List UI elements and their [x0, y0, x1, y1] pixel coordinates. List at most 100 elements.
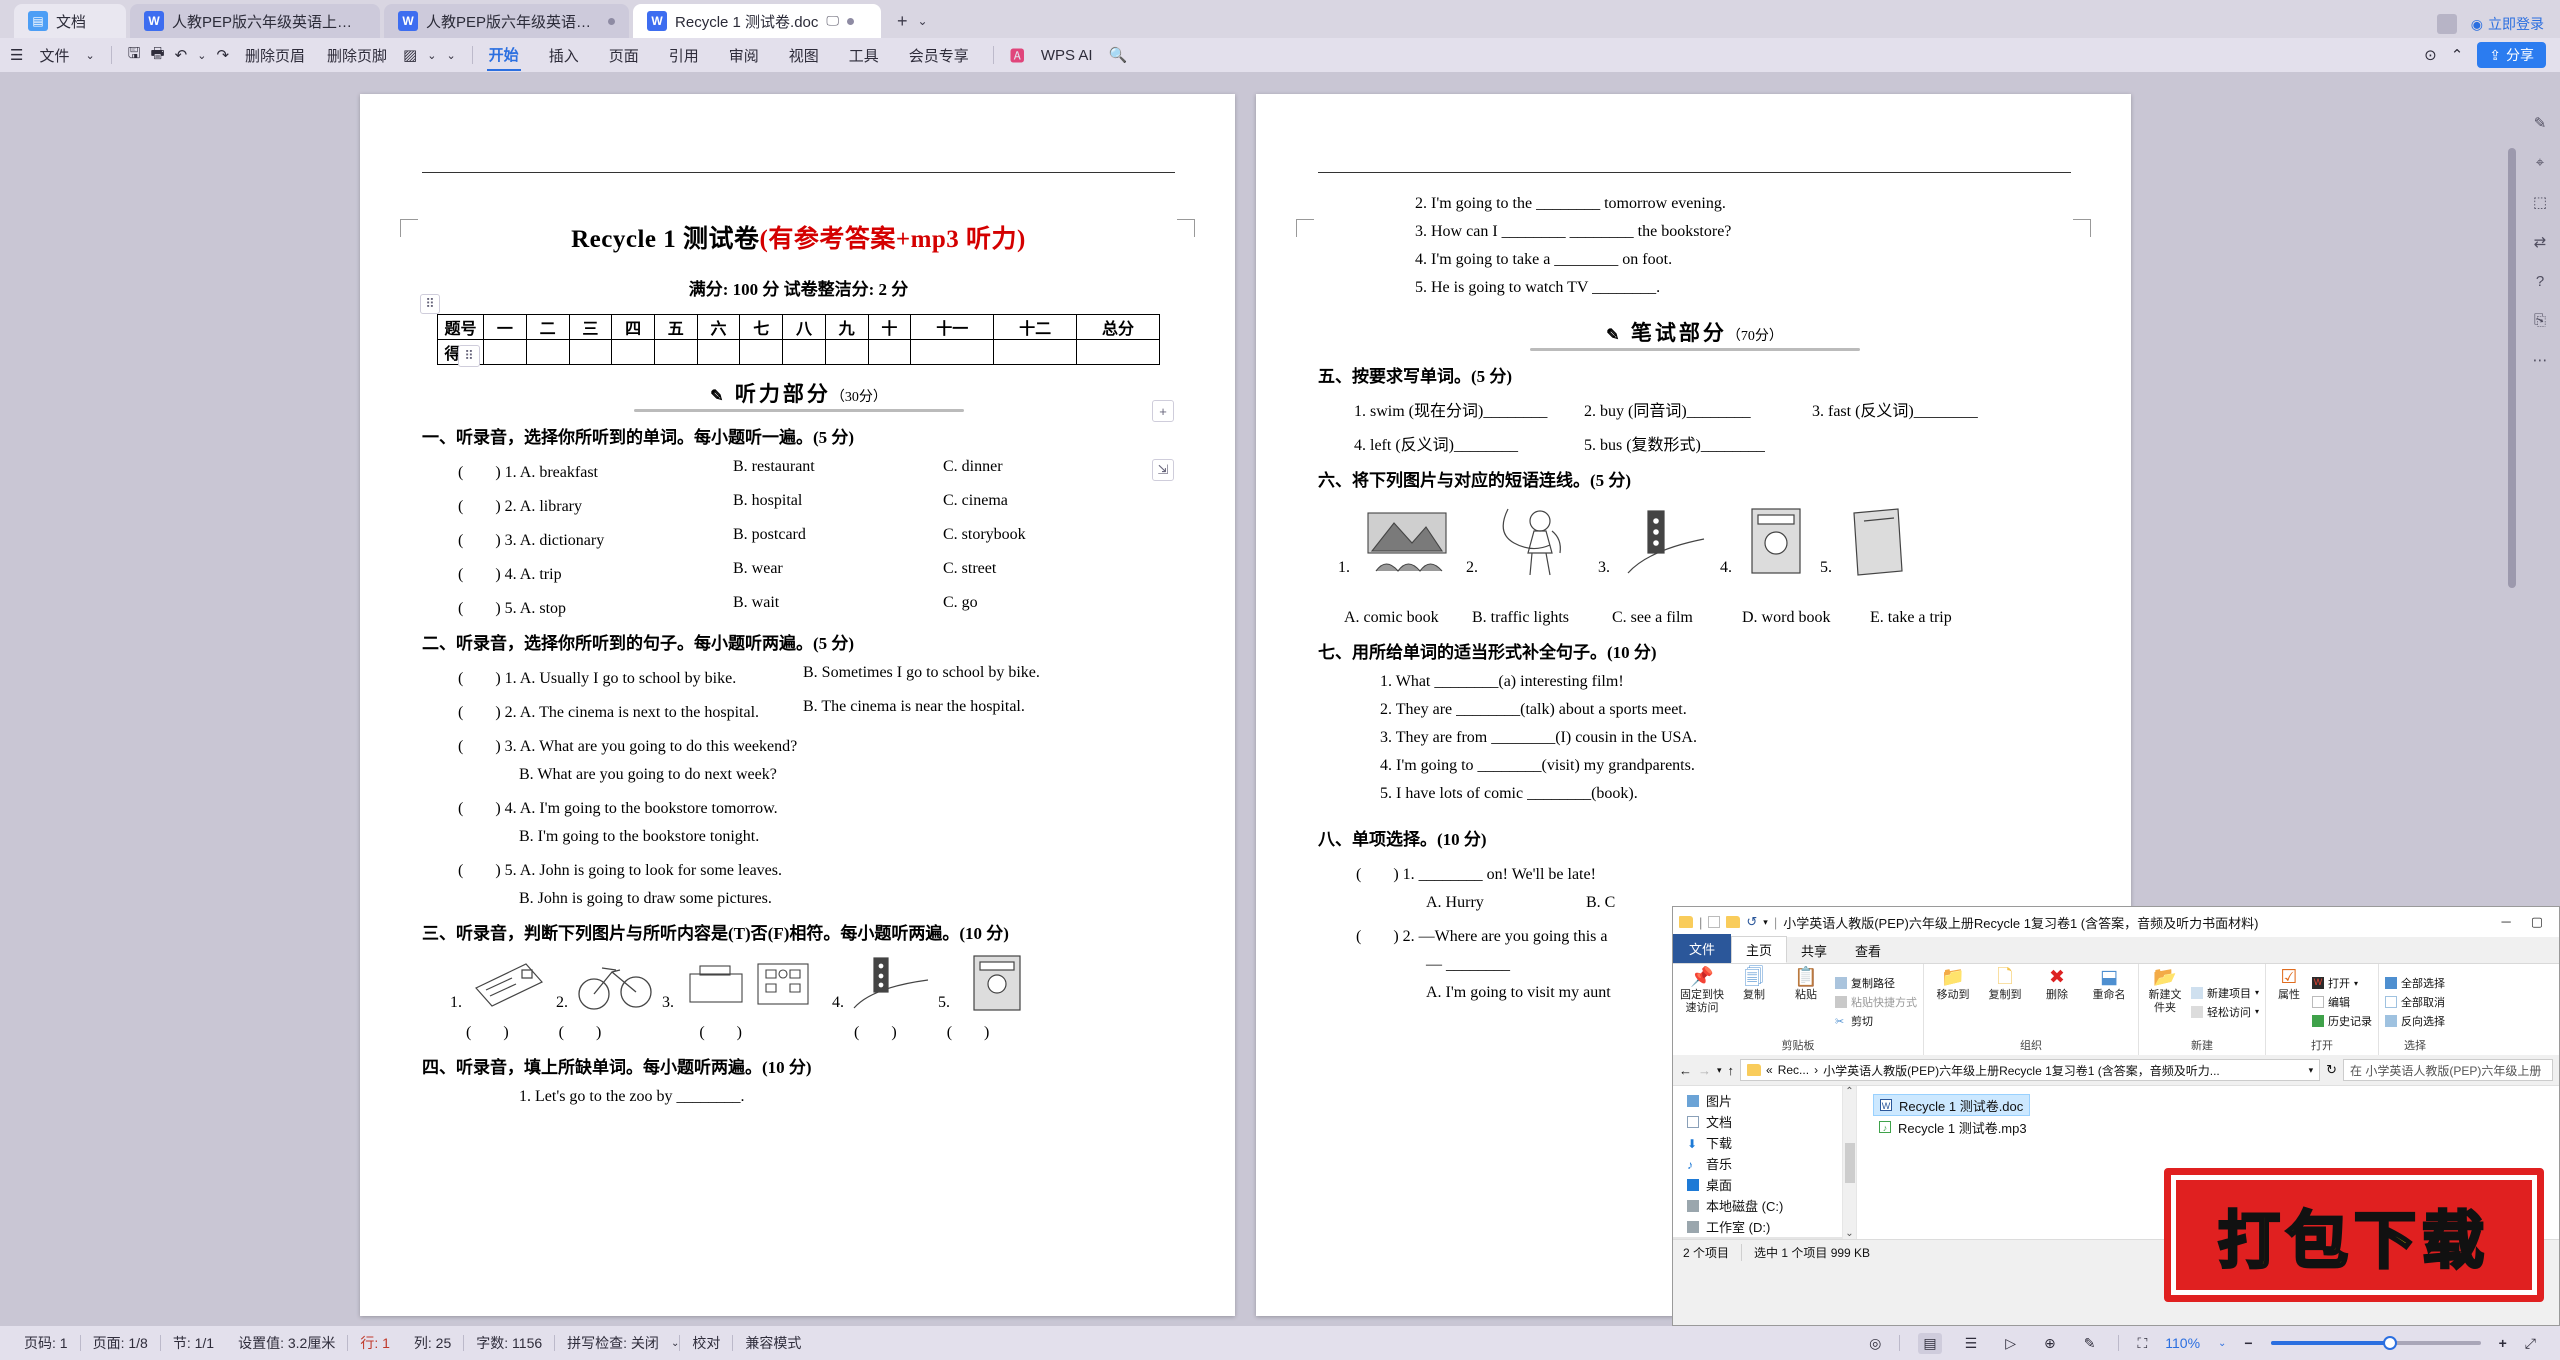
nav-item-drive-e[interactable]: 老硬盘 (E:): [1673, 1237, 1842, 1239]
score-table-cell[interactable]: [910, 339, 995, 365]
properties-button[interactable]: ☑ 属性: [2272, 967, 2306, 1037]
select-icon[interactable]: ⌖: [2536, 154, 2544, 171]
address-input[interactable]: « Rec... › 小学英语人教版(PEP)六年级上册Recycle 1复习卷…: [1740, 1059, 2321, 1081]
fullscreen-button[interactable]: ⤢: [2525, 1335, 2536, 1352]
table-resize-handle[interactable]: ⇲: [1152, 459, 1174, 481]
print-icon[interactable]: 🖶: [150, 43, 164, 68]
paste-shortcut-button[interactable]: 粘贴快捷方式: [1835, 994, 1917, 1010]
read-view-button[interactable]: ▷: [2000, 1333, 2021, 1354]
history-button[interactable]: 历史记录: [2312, 1013, 2372, 1029]
breadcrumb-2[interactable]: 小学英语人教版(PEP)六年级上册Recycle 1复习卷1 (含答案，音频及听…: [1823, 1062, 2220, 1079]
new-folder-icon[interactable]: [1726, 916, 1741, 928]
help-icon[interactable]: ⊙: [2424, 46, 2437, 64]
nav-item-music[interactable]: ♪ 音乐: [1673, 1153, 1842, 1174]
search-input[interactable]: 在 小学英语人教版(PEP)六年级上册: [2343, 1059, 2553, 1081]
explorer-menu-file[interactable]: 文件: [1673, 934, 1732, 963]
eye-icon[interactable]: ◎: [1869, 1335, 1881, 1352]
table-add-row-button[interactable]: +: [1152, 400, 1174, 422]
ribbon-tab-start[interactable]: 开始: [486, 40, 521, 71]
pin-to-quick-access-button[interactable]: 📌 固定到快速访问: [1679, 967, 1725, 1037]
status-proofread[interactable]: 校对: [680, 1333, 732, 1353]
tab-doc-1[interactable]: W 人教PEP版六年级英语上册 Recycle 1: [130, 4, 381, 38]
ribbon-tab-tools[interactable]: 工具: [847, 41, 881, 70]
nav-item-drive-d[interactable]: 工作室 (D:): [1673, 1216, 1842, 1237]
undo-icon[interactable]: ↶: [175, 46, 188, 64]
nav-item-downloads[interactable]: ⬇ 下载: [1673, 1132, 1842, 1153]
zoom-slider[interactable]: [2270, 1336, 2481, 1350]
q3-answer-blank[interactable]: ( ): [854, 1018, 897, 1042]
move-to-button[interactable]: 📁 移动到: [1930, 967, 1976, 1037]
copy-button[interactable]: 🗐 复制: [1731, 967, 1777, 1037]
score-table-cell[interactable]: [867, 339, 912, 365]
save-icon[interactable]: 🖫: [128, 43, 141, 68]
ribbon-tab-review[interactable]: 审阅: [727, 41, 761, 70]
chevron-down-icon[interactable]: ⌄: [427, 49, 436, 62]
select-all-button[interactable]: 全部选择: [2385, 975, 2445, 991]
explorer-menu-view[interactable]: 查看: [1841, 938, 1895, 963]
score-table-cell[interactable]: [993, 339, 1078, 365]
nav-pane-scrollbar[interactable]: ⌃ ⌄: [1843, 1086, 1857, 1239]
new-folder-button[interactable]: 📂 新建文件夹: [2145, 967, 2185, 1037]
status-spellcheck[interactable]: 拼写检查: 关闭: [555, 1333, 671, 1353]
chevron-down-icon[interactable]: ⌄: [2218, 1338, 2226, 1349]
recent-locations-button[interactable]: ▾: [1717, 1065, 1722, 1076]
copy-to-button[interactable]: 🗋 复制到: [1982, 967, 2028, 1037]
zoom-level[interactable]: 110%: [2165, 1335, 2200, 1351]
scroll-down-arrow[interactable]: ⌄: [1845, 1228, 1853, 1239]
chevron-down-icon[interactable]: ▾: [1763, 917, 1768, 928]
tab-doc-3[interactable]: W Recycle 1 测试卷.doc 🖵: [633, 4, 882, 38]
page-view-button[interactable]: ▤: [1918, 1332, 1942, 1354]
collapse-ribbon-icon[interactable]: ⌃: [2451, 46, 2464, 64]
share-button[interactable]: ⇪ 分享: [2477, 42, 2546, 68]
score-table-cell[interactable]: [568, 339, 613, 365]
paragraph-handle[interactable]: ⠿: [420, 294, 440, 314]
scroll-up-arrow[interactable]: ⌃: [1845, 1086, 1853, 1097]
chevron-down-icon[interactable]: ⌄: [197, 49, 206, 62]
chevron-down-icon[interactable]: ▾: [2309, 1065, 2314, 1076]
chevron-down-icon[interactable]: ⌄: [918, 14, 928, 28]
easy-access-button[interactable]: 轻松访问 ▾: [2191, 1004, 2259, 1020]
remove-footer-button[interactable]: 删除页脚: [321, 43, 393, 68]
help-icon[interactable]: ?: [2536, 273, 2544, 290]
q3-answer-blank[interactable]: ( ): [559, 1018, 602, 1042]
edit-button[interactable]: 编辑: [2312, 994, 2372, 1010]
chevron-down-icon[interactable]: ⌄: [446, 49, 455, 62]
monitor-icon[interactable]: 🖵: [826, 13, 839, 29]
ribbon-tab-view[interactable]: 视图: [787, 41, 821, 70]
zoom-out-button[interactable]: −: [2244, 1335, 2252, 1351]
new-item-button[interactable]: 新建项目 ▾: [2191, 985, 2259, 1001]
copy-path-button[interactable]: 复制路径: [1835, 975, 1917, 991]
edit-icon[interactable]: ✎: [2534, 114, 2547, 132]
wps-ai-button[interactable]: WPS AI: [1035, 45, 1099, 66]
vertical-scrollbar[interactable]: [2508, 148, 2516, 588]
minimize-button[interactable]: ─: [2501, 914, 2510, 930]
hamburger-icon[interactable]: ☰: [10, 46, 23, 64]
q3-answer-blank[interactable]: ( ): [947, 1018, 990, 1042]
ribbon-tab-reference[interactable]: 引用: [667, 41, 701, 70]
outline-view-button[interactable]: ☰: [1960, 1333, 1983, 1354]
file-item-doc[interactable]: W Recycle 1 测试卷.doc: [1873, 1094, 2031, 1116]
table-move-handle[interactable]: ⠿: [458, 345, 480, 367]
maximize-button[interactable]: ▢: [2531, 914, 2543, 930]
rename-button[interactable]: ⬓ 重命名: [2086, 967, 2132, 1037]
score-table-cell[interactable]: [653, 339, 698, 365]
status-word-count[interactable]: 字数: 1156: [464, 1333, 554, 1353]
ribbon-tab-insert[interactable]: 插入: [547, 41, 581, 70]
ribbon-tab-page[interactable]: 页面: [607, 41, 641, 70]
properties-icon[interactable]: [1708, 916, 1721, 928]
invert-selection-button[interactable]: 反向选择: [2385, 1013, 2445, 1029]
fit-page-button[interactable]: ⛶: [2137, 1335, 2147, 1352]
ocr-icon[interactable]: ⬚: [2533, 193, 2547, 211]
scroll-thumb[interactable]: [1844, 1142, 1855, 1183]
file-item-mp3[interactable]: ♪ Recycle 1 测试卷.mp3: [1873, 1116, 2033, 1138]
tab-documents[interactable]: ▤ 文档: [14, 4, 127, 38]
nav-item-drive-c[interactable]: 本地磁盘 (C:): [1673, 1195, 1842, 1216]
avatar[interactable]: [2436, 14, 2457, 34]
login-button[interactable]: ◉ 立即登录: [2471, 14, 2544, 34]
score-table-cell[interactable]: [1076, 339, 1160, 365]
paste-button[interactable]: 📋 粘贴: [1783, 967, 1829, 1037]
score-table-cell[interactable]: [483, 339, 527, 365]
open-button[interactable]: W 打开 ▾: [2312, 975, 2372, 991]
nav-item-pictures[interactable]: 图片: [1673, 1090, 1842, 1111]
breadcrumb-root[interactable]: «: [1766, 1063, 1773, 1077]
